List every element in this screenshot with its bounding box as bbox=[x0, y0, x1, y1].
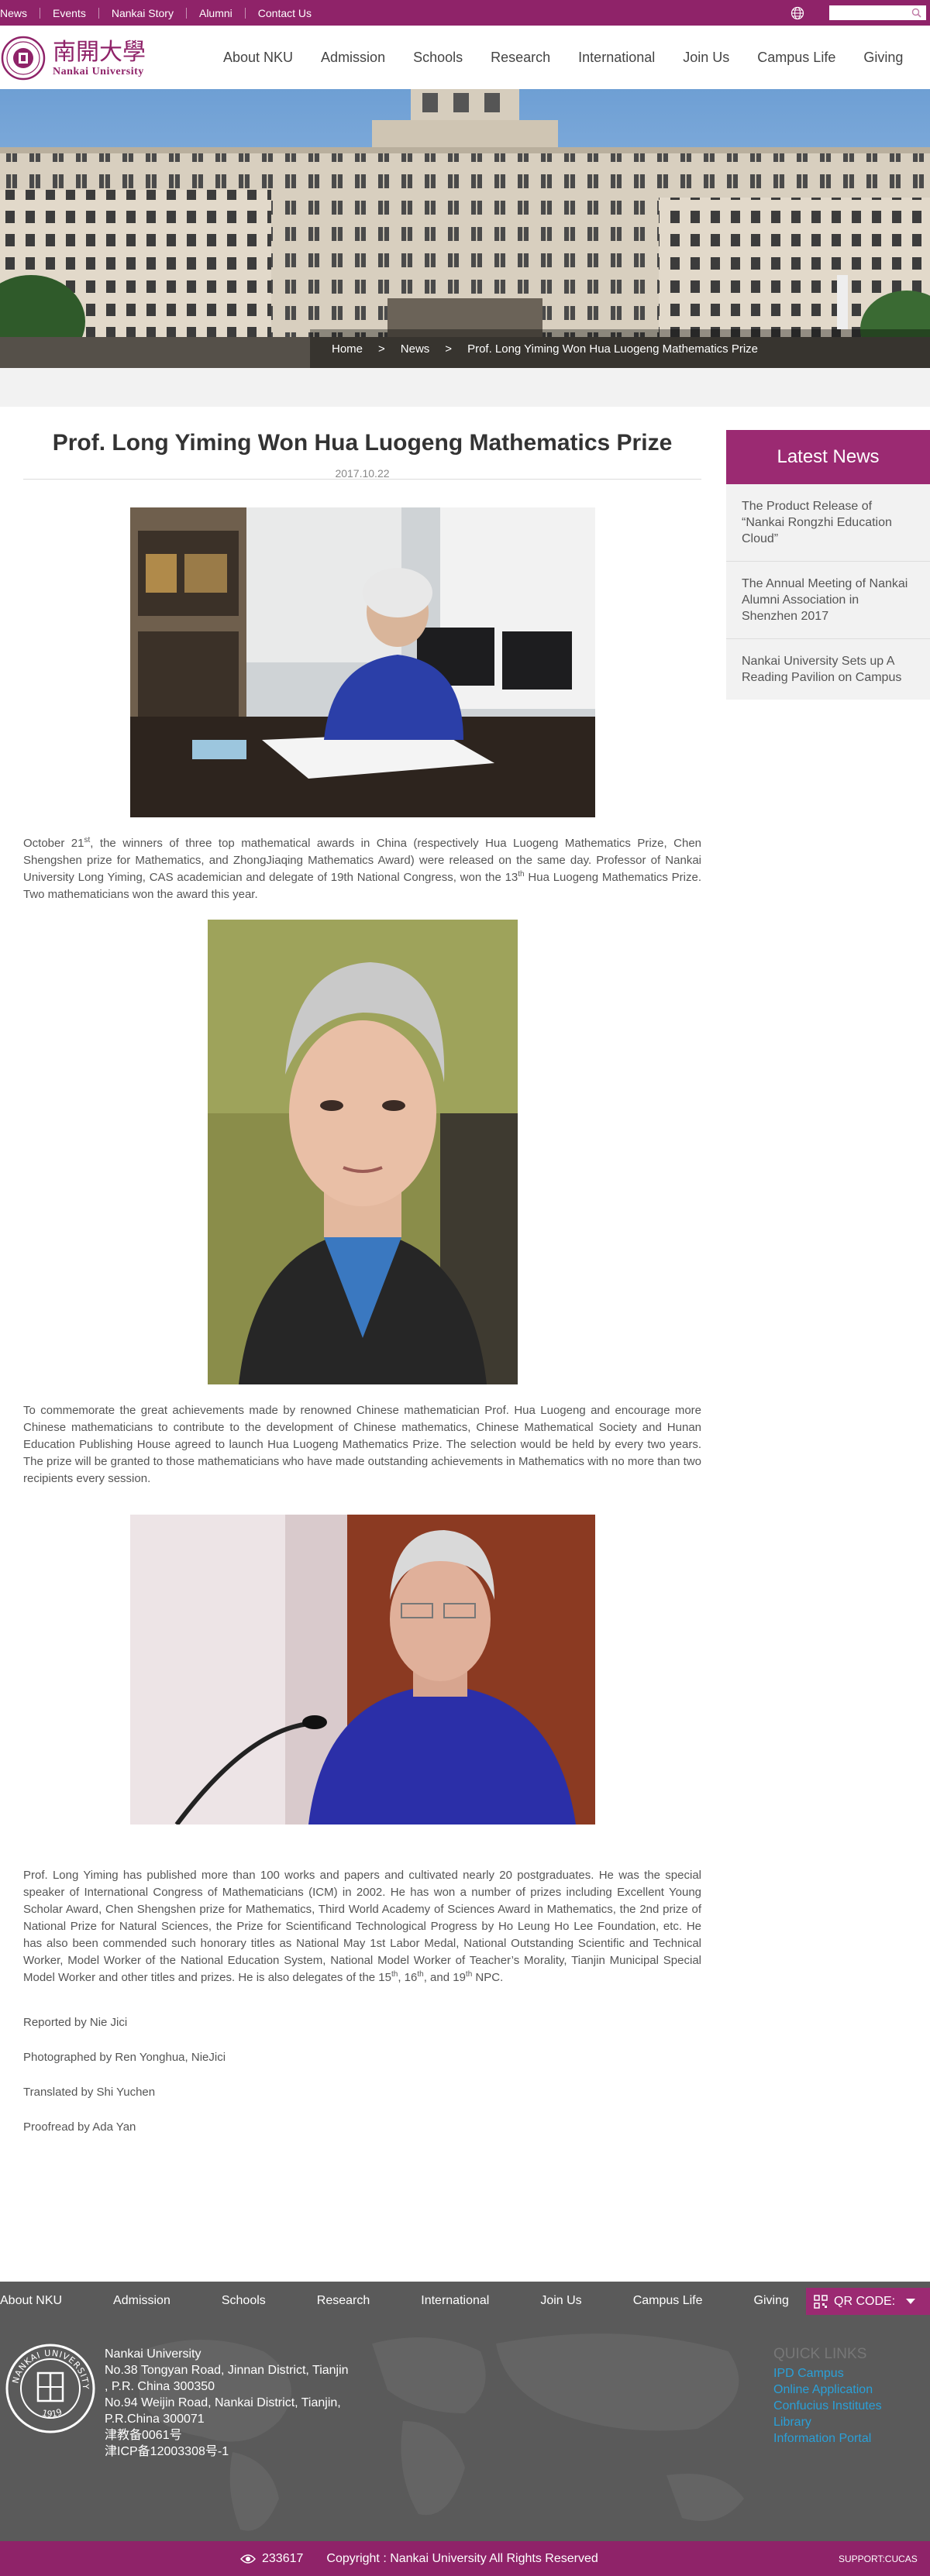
top-link-contact-us[interactable]: Contact Us bbox=[246, 8, 324, 19]
quick-link-confucius-institutes[interactable]: Confucius Institutes bbox=[773, 2398, 921, 2414]
article-photo-portrait bbox=[208, 920, 518, 1384]
latest-news-item[interactable]: The Annual Meeting of Nankai Alumni Asso… bbox=[726, 562, 930, 639]
nav-schools[interactable]: Schools bbox=[413, 50, 463, 66]
title-divider bbox=[23, 479, 701, 480]
top-link-events[interactable]: Events bbox=[40, 7, 99, 19]
search-icon[interactable] bbox=[911, 8, 921, 18]
address-line: 津ICP备12003308号-1 bbox=[105, 2445, 229, 2458]
copyright-bar: 233617 Copyright : Nankai University All… bbox=[0, 2541, 930, 2576]
credit-photographer: Photographed by Ren Yonghua, NieJici bbox=[23, 2051, 226, 2064]
breadcrumb-current: Prof. Long Yiming Won Hua Luogeng Mathem… bbox=[467, 342, 758, 356]
latest-news-heading: Latest News bbox=[726, 430, 930, 484]
article-paragraph-3: Prof. Long Yiming has published more tha… bbox=[23, 1869, 701, 1984]
article-photo-speech bbox=[130, 1515, 595, 1825]
svg-text:南開大學: 南開大學 bbox=[53, 39, 146, 66]
address-line: P.R.China 300071 bbox=[105, 2413, 205, 2426]
address-line: , P.R. China 300350 bbox=[105, 2380, 215, 2393]
site-footer: About NKU Admission Schools Research Int… bbox=[0, 2282, 930, 2541]
footer-nav-join-us[interactable]: Join Us bbox=[540, 2294, 581, 2308]
article-date: 2017.10.22 bbox=[335, 467, 390, 480]
article-paragraph-2: To commemorate the great achievements ma… bbox=[23, 1404, 701, 1485]
campus-banner-image bbox=[0, 89, 930, 368]
footer-nav: About NKU Admission Schools Research Int… bbox=[0, 2282, 930, 2320]
credit-reporter: Reported by Nie Jici bbox=[23, 2016, 128, 2029]
footer-address: Nankai University No.38 Tongyan Road, Ji… bbox=[105, 2346, 368, 2460]
support-credit: SUPPORT:CUCAS bbox=[839, 2553, 918, 2564]
qr-code-button[interactable]: QR CODE: bbox=[806, 2288, 930, 2315]
address-line: No.38 Tongyan Road, Jinnan District, Tia… bbox=[105, 2364, 349, 2377]
visit-counter: 233617 bbox=[262, 2551, 304, 2565]
footer-nav-giving[interactable]: Giving bbox=[754, 2294, 789, 2308]
qr-code-icon bbox=[814, 2294, 828, 2309]
latest-news-item[interactable]: The Product Release of “Nankai Rongzhi E… bbox=[726, 484, 930, 562]
nav-campus-life[interactable]: Campus Life bbox=[757, 50, 835, 66]
quick-link-library[interactable]: Library bbox=[773, 2414, 921, 2430]
chevron-down-icon bbox=[906, 2298, 916, 2304]
footer-nav-about-nku[interactable]: About NKU bbox=[0, 2294, 62, 2308]
university-emblem: NANKAI UNIVERSITY 1919 bbox=[5, 2344, 95, 2433]
quick-links: QUICK LINKS IPD Campus Online Applicatio… bbox=[773, 2346, 921, 2447]
quick-link-ipd-campus[interactable]: IPD Campus bbox=[773, 2365, 921, 2382]
breadcrumb: Home > News > Prof. Long Yiming Won Hua … bbox=[310, 329, 930, 368]
nav-international[interactable]: International bbox=[578, 50, 655, 66]
quick-links-heading: QUICK LINKS bbox=[773, 2346, 867, 2362]
credit-proofreader: Proofread by Ada Yan bbox=[23, 2120, 136, 2134]
credit-translator: Translated by Shi Yuchen bbox=[23, 2086, 156, 2099]
breadcrumb-separator: > bbox=[445, 342, 453, 356]
copyright-text: Copyright : Nankai University All Rights… bbox=[326, 2551, 598, 2565]
latest-news-item[interactable]: Nankai University Sets up A Reading Pavi… bbox=[726, 639, 930, 700]
breadcrumb-news[interactable]: News bbox=[401, 342, 430, 356]
gray-divider-strip bbox=[0, 368, 930, 407]
footer-nav-campus-life[interactable]: Campus Life bbox=[633, 2294, 703, 2308]
nav-research[interactable]: Research bbox=[491, 50, 550, 66]
footer-nav-research[interactable]: Research bbox=[317, 2294, 370, 2308]
nav-about-nku[interactable]: About NKU bbox=[223, 50, 293, 66]
footer-nav-international[interactable]: International bbox=[421, 2294, 489, 2308]
top-link-news[interactable]: News bbox=[0, 7, 41, 19]
qr-code-label: QR CODE: bbox=[834, 2294, 896, 2308]
globe-icon[interactable] bbox=[790, 6, 804, 20]
address-line: No.94 Weijin Road, Nankai District, Tian… bbox=[105, 2396, 341, 2409]
breadcrumb-separator: > bbox=[378, 342, 385, 356]
footer-nav-schools[interactable]: Schools bbox=[222, 2294, 266, 2308]
copyright-center: 233617 Copyright : Nankai University All… bbox=[240, 2541, 598, 2576]
nav-giving[interactable]: Giving bbox=[863, 50, 903, 66]
breadcrumb-home[interactable]: Home bbox=[332, 342, 363, 356]
quick-link-online-application[interactable]: Online Application bbox=[773, 2382, 921, 2398]
logo-english-name: Nankai University bbox=[53, 66, 144, 77]
address-line: Nankai University bbox=[105, 2347, 202, 2361]
article-title: Prof. Long Yiming Won Hua Luogeng Mathem… bbox=[52, 430, 673, 456]
top-links: News Events Nankai Story Alumni Contact … bbox=[0, 0, 324, 26]
latest-news-sidebar: Latest News The Product Release of “Nank… bbox=[726, 430, 930, 700]
address-line: 津教备0061号 bbox=[105, 2429, 182, 2442]
article-paragraph-1: October 21st, the winners of three top m… bbox=[23, 836, 702, 902]
eye-icon bbox=[240, 2554, 256, 2564]
main-nav: About NKU Admission Schools Research Int… bbox=[223, 26, 930, 89]
quick-link-information-portal[interactable]: Information Portal bbox=[773, 2430, 921, 2447]
footer-nav-admission[interactable]: Admission bbox=[113, 2294, 170, 2308]
article-photo-writing bbox=[130, 507, 595, 817]
top-bar: News Events Nankai Story Alumni Contact … bbox=[0, 0, 930, 26]
nav-join-us[interactable]: Join Us bbox=[683, 50, 729, 66]
top-link-alumni[interactable]: Alumni bbox=[187, 7, 246, 19]
top-link-nankai-story[interactable]: Nankai Story bbox=[99, 7, 187, 19]
nav-admission[interactable]: Admission bbox=[321, 50, 385, 66]
